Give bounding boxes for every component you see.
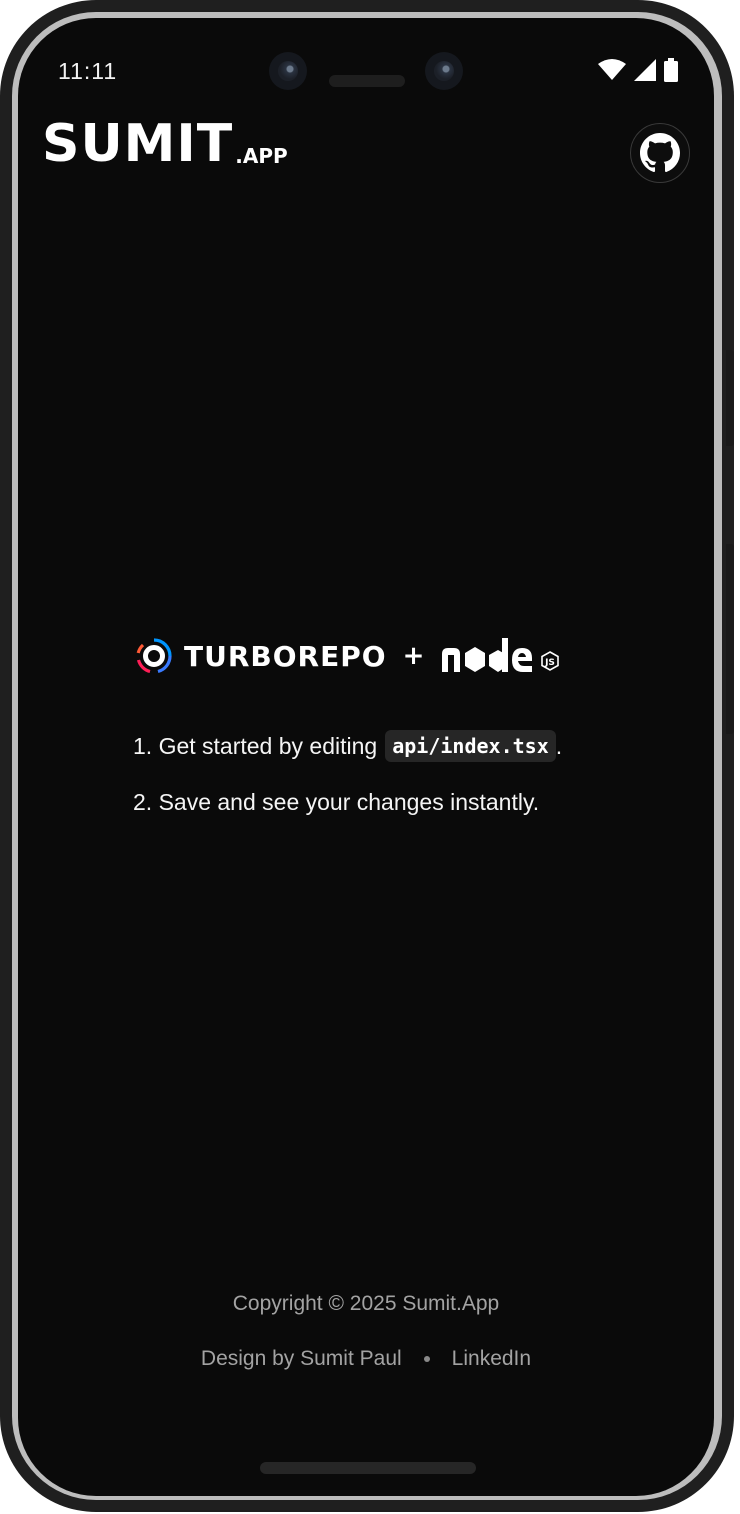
design-credit-link[interactable]: Design by Sumit Paul: [201, 1347, 402, 1371]
instructions: 1. Get started by editing api/index.tsx …: [133, 726, 673, 822]
battery-icon: [664, 58, 678, 82]
step-2: 2. Save and see your changes instantly.: [133, 782, 673, 822]
phone-device-frame: 11:11 SUMIT .APP TURBOREPO + JS 1. Get s…: [0, 0, 734, 1512]
svg-text:JS: JS: [544, 658, 555, 668]
brand-logo[interactable]: SUMIT .APP: [42, 118, 288, 170]
file-path-code: api/index.tsx: [385, 730, 556, 762]
brand-name: SUMIT: [42, 114, 234, 174]
nodejs-logo: JS: [442, 638, 560, 672]
step-1-suffix: .: [555, 732, 563, 759]
earpiece-speaker: [329, 75, 405, 87]
status-time: 11:11: [58, 58, 118, 84]
step-2-text: 2. Save and see your changes instantly.: [133, 788, 540, 815]
github-icon: [640, 133, 680, 173]
front-camera-left: [269, 52, 307, 90]
logos-row: TURBOREPO + JS: [136, 630, 566, 682]
step-1: 1. Get started by editing api/index.tsx …: [133, 726, 673, 766]
screen: 11:11 SUMIT .APP TURBOREPO + JS 1. Get s…: [18, 18, 714, 1496]
volume-button: [726, 544, 734, 734]
cellular-signal-icon: [634, 59, 656, 81]
linkedin-link[interactable]: LinkedIn: [452, 1347, 531, 1371]
copyright: Copyright © 2025 Sumit.App: [232, 1292, 500, 1315]
status-icons: [598, 58, 678, 82]
brand-suffix: .APP: [235, 144, 288, 168]
step-1-text: 1. Get started by editing: [133, 732, 378, 759]
separator-dot: [423, 1356, 430, 1362]
turborepo-icon: [136, 638, 172, 674]
wifi-icon: [598, 59, 626, 80]
plus-sign: +: [402, 641, 425, 671]
front-camera-right: [425, 52, 463, 90]
github-button[interactable]: [630, 123, 690, 183]
home-indicator[interactable]: [260, 1462, 476, 1474]
footer-links: Design by Sumit Paul LinkedIn: [18, 1347, 714, 1371]
turborepo-wordmark: TURBOREPO: [184, 639, 387, 673]
power-button: [726, 350, 734, 446]
